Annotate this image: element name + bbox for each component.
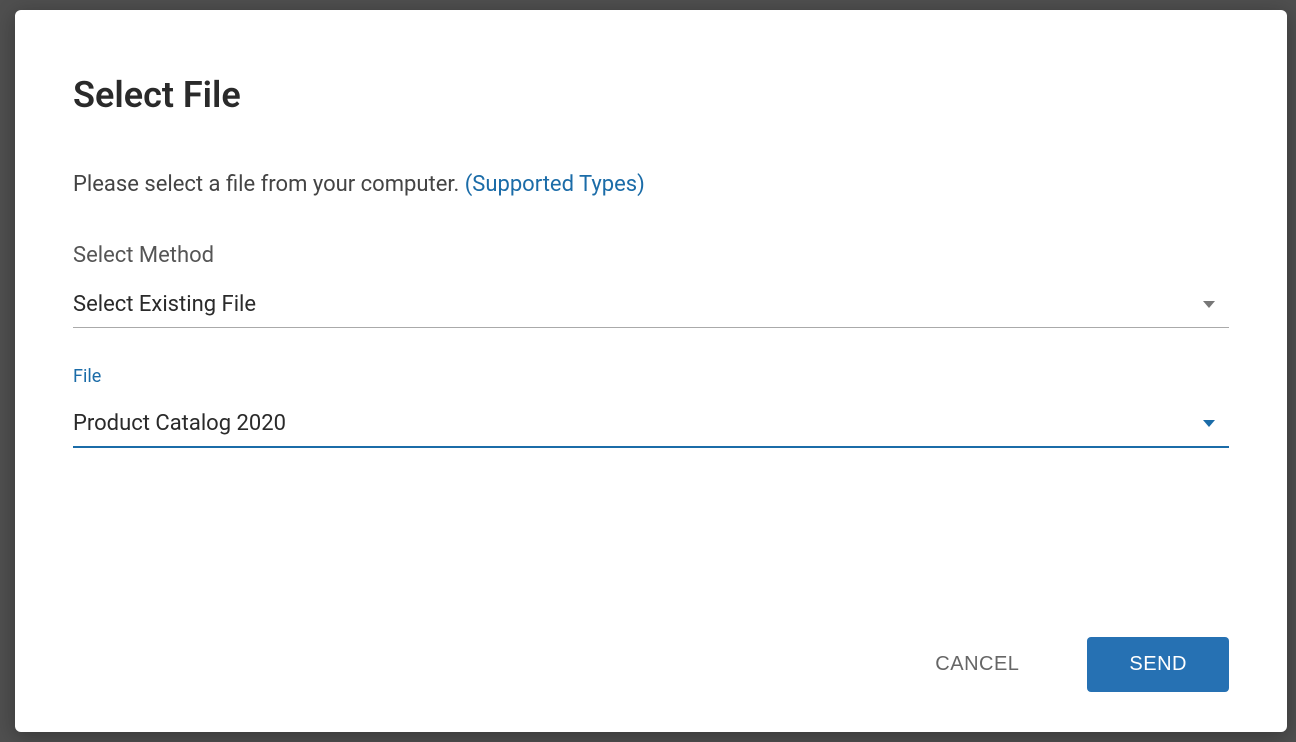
- dialog-title: Select File: [73, 74, 1229, 116]
- file-dropdown[interactable]: Product Catalog 2020: [73, 403, 1229, 448]
- select-method-value: Select Existing File: [73, 292, 256, 317]
- chevron-down-icon: [1203, 301, 1215, 308]
- send-button[interactable]: SEND: [1087, 637, 1229, 692]
- dialog-actions: CANCEL SEND: [73, 597, 1229, 692]
- cancel-button[interactable]: CANCEL: [907, 637, 1047, 692]
- select-file-dialog: Select File Please select a file from yo…: [15, 10, 1287, 732]
- instruction-text: Please select a file from your computer.…: [73, 172, 1229, 197]
- select-method-dropdown[interactable]: Select Existing File: [73, 284, 1229, 328]
- chevron-down-icon: [1203, 420, 1215, 427]
- select-method-field: Select Method Select Existing File: [73, 243, 1229, 328]
- file-field: File Product Catalog 2020: [73, 366, 1229, 448]
- supported-types-link[interactable]: (Supported Types): [465, 172, 645, 197]
- select-method-label: Select Method: [73, 243, 1229, 268]
- instruction-prefix: Please select a file from your computer.: [73, 172, 465, 197]
- file-label: File: [73, 366, 1229, 387]
- file-value: Product Catalog 2020: [73, 411, 286, 436]
